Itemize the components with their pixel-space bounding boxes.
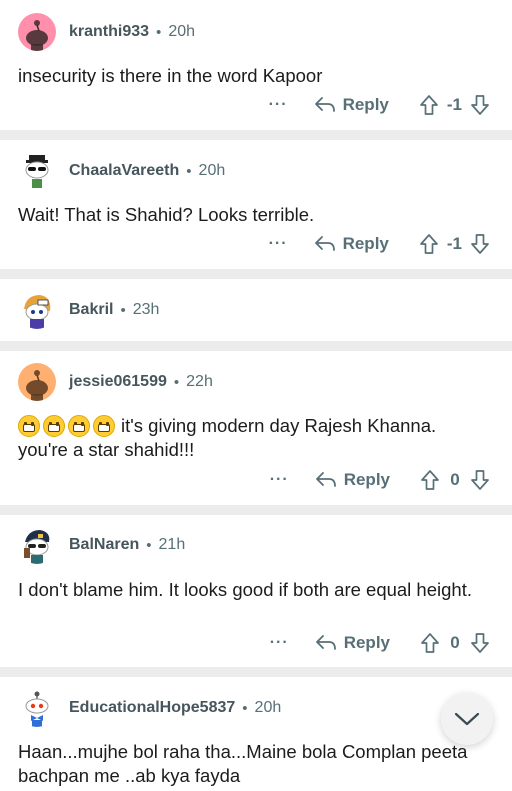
comment-actions: ··· Reply 0	[270, 632, 490, 654]
username[interactable]: jessie061599	[69, 373, 167, 391]
reply-arrow-icon	[315, 472, 336, 487]
reply-arrow-icon	[314, 97, 335, 112]
upvote-icon[interactable]	[419, 233, 439, 255]
scroll-down-button[interactable]	[441, 693, 493, 745]
comment-actions: ··· Reply -1	[269, 233, 490, 255]
vote-score: 0	[450, 633, 460, 652]
grimacing-emoji-group	[18, 415, 115, 437]
snoo-bowtie-avatar[interactable]	[18, 689, 56, 727]
comment-meta: ChaalaVareeth • 20h	[69, 162, 225, 180]
comment-age: 20h	[198, 162, 226, 179]
grimacing-face-icon	[68, 415, 90, 437]
grimacing-face-icon	[18, 415, 40, 437]
vote-controls: 0	[420, 632, 490, 654]
more-options-button[interactable]: ···	[270, 471, 289, 489]
comment-4: jessie061599 • 22h it's giving modern da…	[0, 351, 512, 505]
separator-dot: •	[173, 373, 180, 391]
comment-text: Haan...mujhe bol raha tha...Maine bola C…	[18, 741, 468, 786]
comment-divider	[0, 341, 512, 351]
comment-meta: jessie061599 • 22h	[69, 373, 213, 391]
comment-text: I don't blame him. It looks good if both…	[18, 579, 472, 600]
comment-text: it's giving modern day Rajesh Khanna. yo…	[18, 414, 488, 461]
snoo-sunglasses-avatar[interactable]	[18, 152, 56, 190]
grimacing-face-icon	[43, 415, 65, 437]
reply-label: Reply	[343, 470, 390, 489]
comment-header: jessie061599 • 22h	[18, 363, 213, 401]
username[interactable]: Bakril	[69, 301, 113, 319]
comment-header: EducationalHope5837 • 20h	[18, 689, 281, 727]
vote-controls: -1	[419, 233, 490, 255]
downvote-icon[interactable]	[470, 469, 490, 491]
reply-button[interactable]: Reply	[315, 470, 390, 490]
separator-dot: •	[186, 162, 192, 180]
comment-meta: BalNaren • 21h	[69, 536, 185, 554]
comment-age: 20h	[254, 699, 282, 716]
username[interactable]: BalNaren	[69, 536, 139, 554]
reply-button[interactable]: Reply	[315, 633, 390, 653]
downvote-icon[interactable]	[470, 94, 490, 116]
comment-divider	[0, 505, 512, 515]
snoo-helmet-avatar[interactable]	[18, 291, 56, 329]
more-options-button[interactable]: ···	[269, 96, 288, 114]
more-options-button[interactable]: ···	[270, 634, 289, 652]
username[interactable]: EducationalHope5837	[69, 699, 235, 717]
downvote-icon[interactable]	[470, 233, 490, 255]
grimacing-face-icon	[93, 415, 115, 437]
vote-score: -1	[446, 234, 462, 253]
separator-dot: •	[242, 699, 248, 717]
comment-header: BalNaren • 21h	[18, 526, 185, 564]
comment-1: kranthi933 • 20h insecurity is there in …	[0, 0, 512, 130]
vote-score: 0	[450, 470, 460, 489]
comment-divider	[0, 667, 512, 677]
comment-meta: EducationalHope5837 • 20h	[69, 699, 281, 717]
reply-label: Reply	[343, 633, 390, 652]
comment-actions: ··· Reply 0	[270, 469, 490, 491]
reply-button[interactable]: Reply	[314, 95, 389, 115]
separator-dot: •	[146, 536, 152, 554]
comment-header: kranthi933 • 20h	[18, 13, 195, 51]
chevron-down-icon	[454, 712, 480, 726]
comment-header: ChaalaVareeth • 20h	[18, 152, 225, 190]
snoo-orange-avatar[interactable]	[18, 363, 56, 401]
more-options-button[interactable]: ···	[269, 235, 288, 253]
comment-3-collapsed[interactable]: Bakril • 23h	[0, 279, 512, 341]
reply-label: Reply	[342, 234, 389, 253]
comment-6: EducationalHope5837 • 20h Haan...mujhe b…	[0, 677, 512, 791]
comment-5: BalNaren • 21h I don't blame him. It loo…	[0, 515, 512, 667]
upvote-icon[interactable]	[420, 469, 440, 491]
vote-controls: 0	[420, 469, 490, 491]
comment-text: insecurity is there in the word Kapoor	[18, 65, 323, 86]
separator-dot: •	[156, 23, 162, 41]
upvote-icon[interactable]	[419, 94, 439, 116]
comment-2: ChaalaVareeth • 20h Wait! That is Shahid…	[0, 140, 512, 269]
reply-button[interactable]: Reply	[314, 234, 389, 254]
vote-controls: -1	[419, 94, 490, 116]
comment-age: 21h	[158, 536, 186, 553]
reply-arrow-icon	[315, 635, 336, 650]
comment-age: 23h	[132, 301, 160, 318]
reply-label: Reply	[342, 95, 389, 114]
comment-meta: kranthi933 • 20h	[69, 23, 195, 41]
comment-age: 22h	[186, 373, 213, 390]
comment-divider	[0, 269, 512, 279]
comment-meta: Bakril • 23h	[69, 301, 159, 319]
comment-actions: ··· Reply -1	[269, 94, 490, 116]
comment-divider	[0, 130, 512, 140]
comment-age: 20h	[168, 23, 196, 40]
reply-arrow-icon	[314, 236, 335, 251]
snoo-captain-avatar[interactable]	[18, 526, 56, 564]
comment-text: Wait! That is Shahid? Looks terrible.	[18, 204, 315, 225]
separator-dot: •	[120, 301, 126, 319]
username[interactable]: ChaalaVareeth	[69, 162, 179, 180]
comment-header: Bakril • 23h	[18, 291, 159, 329]
downvote-icon[interactable]	[470, 632, 490, 654]
snoo-pink-avatar[interactable]	[18, 13, 56, 51]
username[interactable]: kranthi933	[69, 23, 149, 41]
upvote-icon[interactable]	[420, 632, 440, 654]
vote-score: -1	[446, 95, 462, 114]
